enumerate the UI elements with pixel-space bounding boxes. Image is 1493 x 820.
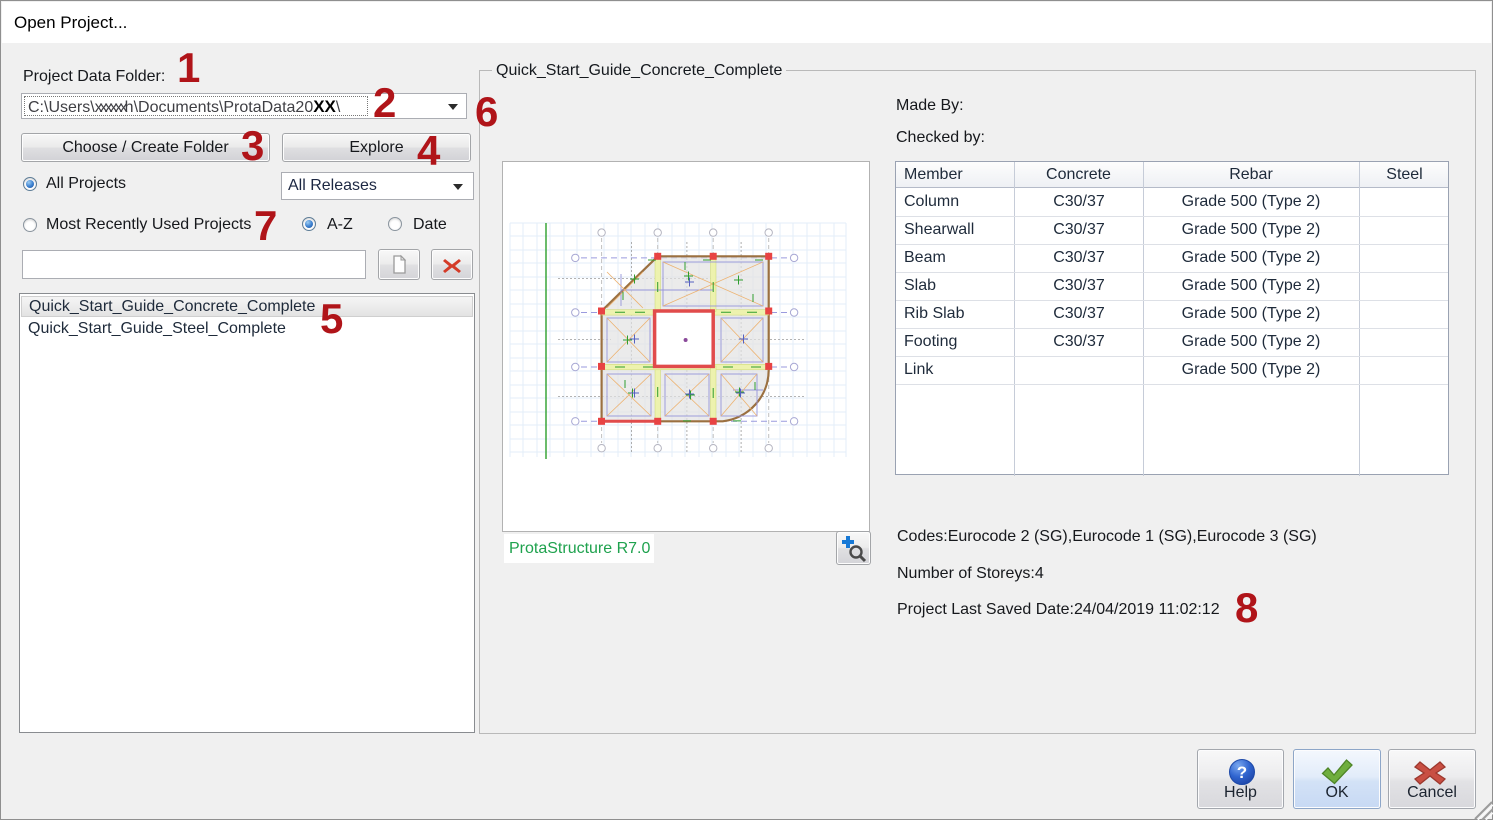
svg-text:?: ? — [1237, 763, 1247, 782]
